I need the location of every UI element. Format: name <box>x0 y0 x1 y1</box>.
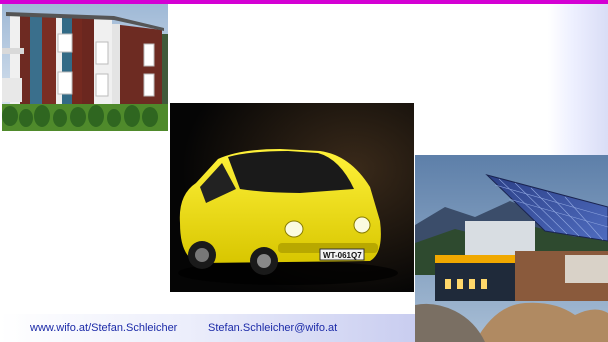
photo-electric-car: WT-061Q7 <box>170 103 414 292</box>
house-illustration <box>2 4 168 131</box>
footer-band: www.wifo.at/Stefan.Schleicher Stefan.Sch… <box>0 314 415 342</box>
photo-passive-house <box>2 4 168 131</box>
footer-website-link[interactable]: www.wifo.at/Stefan.Schleicher <box>30 322 177 334</box>
car-illustration: WT-061Q7 <box>170 103 414 292</box>
presentation-slide: WT-061Q7 www.wifo.at/Stefan.Schleicher S… <box>0 0 608 342</box>
footer-email-link[interactable]: Stefan.Schleicher@wifo.at <box>208 322 337 334</box>
photo-solar-building <box>415 155 608 342</box>
solar-building-illustration <box>415 155 608 342</box>
license-plate-text: WT-061Q7 <box>323 251 362 260</box>
